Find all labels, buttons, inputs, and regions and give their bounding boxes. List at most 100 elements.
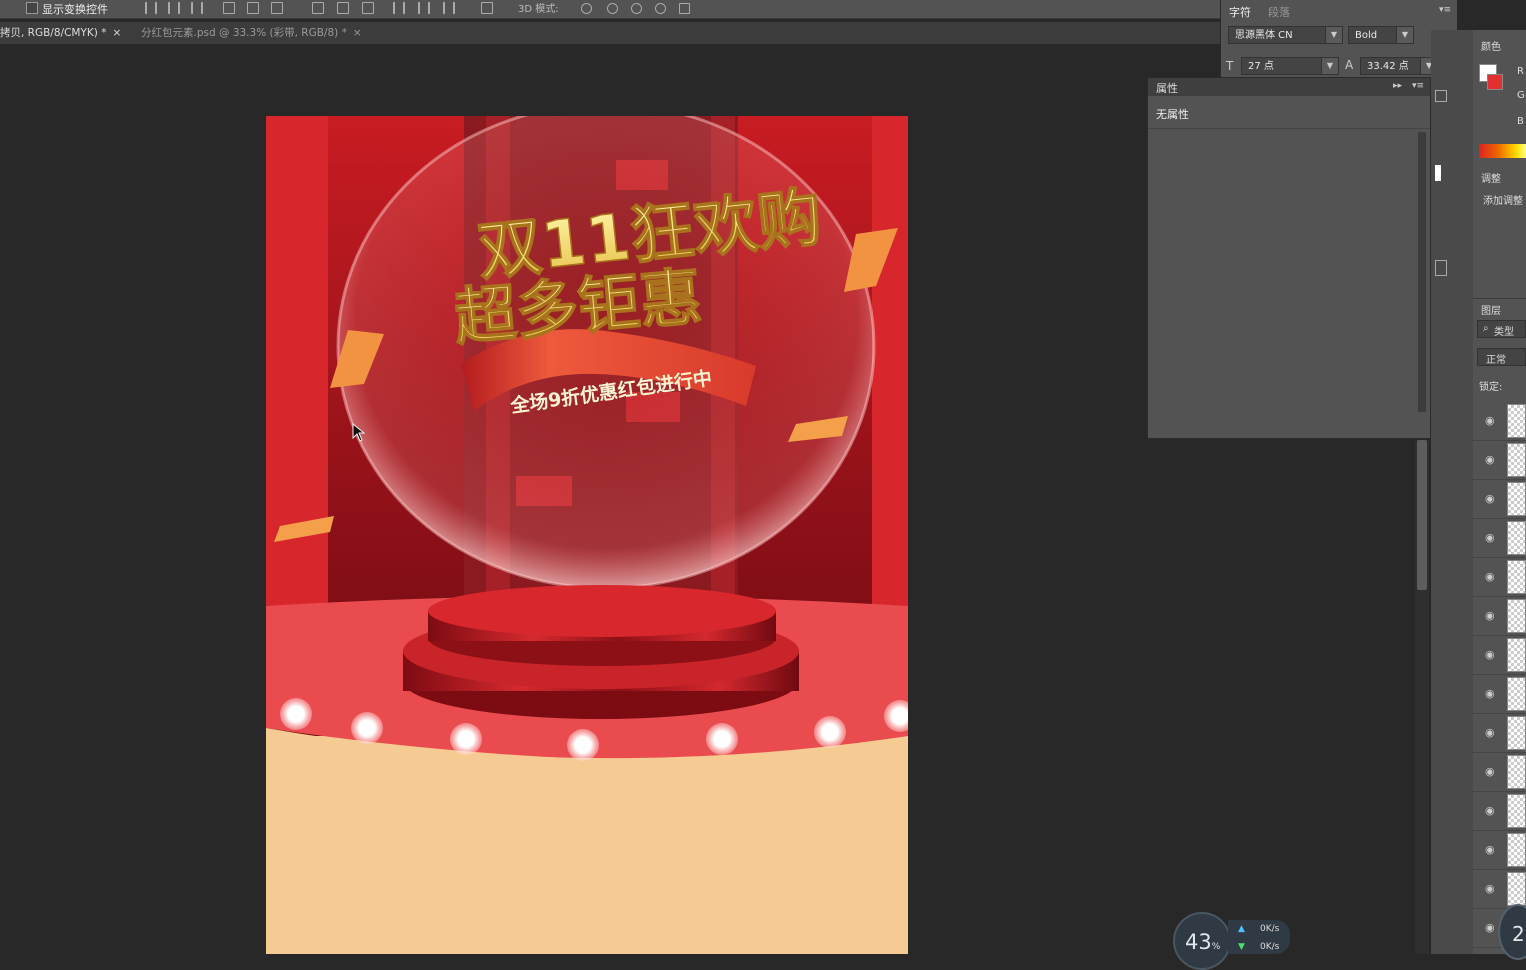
distribute-top-icon[interactable] xyxy=(312,2,324,14)
cpu-monitor: 43% xyxy=(1173,912,1231,970)
eye-icon[interactable]: ◉ xyxy=(1485,843,1495,856)
eye-icon[interactable]: ◉ xyxy=(1485,414,1495,427)
eye-icon[interactable]: ◉ xyxy=(1485,648,1495,661)
eye-icon[interactable]: ◉ xyxy=(1485,804,1495,817)
blend-mode-value: 正常 xyxy=(1486,355,1506,366)
align-vcenter-icon[interactable] xyxy=(247,2,259,14)
distribute-right-icon[interactable] xyxy=(443,2,455,14)
chevron-down-icon: ▼ xyxy=(1396,27,1413,43)
panel-menu-icon[interactable]: ▾≡ xyxy=(1412,81,1424,91)
layer-row[interactable]: ◉ xyxy=(1473,597,1526,636)
panel-menu-icon[interactable]: ▾≡ xyxy=(1439,5,1451,15)
leading-field[interactable]: 33.42 点 ▼ xyxy=(1360,57,1438,75)
eye-icon[interactable]: ◉ xyxy=(1485,765,1495,778)
dock-icon[interactable] xyxy=(1435,90,1447,102)
layer-thumbnail xyxy=(1507,755,1526,789)
font-style-select[interactable]: Bold ▼ xyxy=(1348,26,1414,44)
layer-row[interactable]: ◉ xyxy=(1473,519,1526,558)
show-transform-checkbox[interactable] xyxy=(26,2,38,14)
layer-row[interactable]: ◉ xyxy=(1473,831,1526,870)
color-ramp[interactable] xyxy=(1479,144,1526,158)
align-bottom-icon[interactable] xyxy=(271,2,283,14)
rotate-3d-icon[interactable] xyxy=(581,3,592,14)
upload-unit: K/s xyxy=(1265,924,1280,934)
font-size-value: 27 点 xyxy=(1248,61,1274,72)
properties-panel: 属性 ▸▸ ▾≡ 无属性 xyxy=(1147,77,1431,439)
tab-label: 拷贝, RGB/8/CMYK) * xyxy=(0,27,107,39)
scroll-thumb[interactable] xyxy=(1417,440,1427,590)
roll-3d-icon[interactable] xyxy=(607,3,618,14)
eye-icon[interactable]: ◉ xyxy=(1485,531,1495,544)
tab-color[interactable]: 颜色 xyxy=(1481,38,1501,53)
chevron-down-icon: ▼ xyxy=(1321,58,1338,74)
adjustments-hint: 添加调整 xyxy=(1483,196,1523,207)
tab-label: 分红包元素.psd @ 33.3% (彩带, RGB/8) * xyxy=(141,27,347,39)
eye-icon[interactable]: ◉ xyxy=(1485,687,1495,700)
divider xyxy=(1148,128,1430,129)
properties-title[interactable]: 属性 xyxy=(1156,80,1178,96)
eye-icon[interactable]: ◉ xyxy=(1485,570,1495,583)
tab-close-icon[interactable]: × xyxy=(353,27,362,39)
distribute-vcenter-icon[interactable] xyxy=(337,2,349,14)
tab-document-1[interactable]: 拷贝, RGB/8/CMYK) * × xyxy=(0,25,121,42)
chevron-down-icon: ▼ xyxy=(1325,27,1342,43)
slide-3d-icon[interactable] xyxy=(655,3,666,14)
layer-row[interactable]: ◉ xyxy=(1473,753,1526,792)
tab-layers[interactable]: 图层 xyxy=(1481,302,1501,317)
tab-document-2[interactable]: 分红包元素.psd @ 33.3% (彩带, RGB/8) * × xyxy=(141,25,362,42)
distribute-left-icon[interactable] xyxy=(393,2,405,14)
panel-dock-strip xyxy=(1431,30,1473,954)
document-scrollbar[interactable] xyxy=(1415,440,1429,954)
distribute-bottom-icon[interactable] xyxy=(362,2,374,14)
font-size-field[interactable]: 27 点 ▼ xyxy=(1241,57,1339,75)
layer-filter[interactable]: ⌕ 类型 xyxy=(1477,320,1526,338)
tab-adjustments[interactable]: 调整 xyxy=(1481,170,1501,185)
eye-icon[interactable]: ◉ xyxy=(1485,609,1495,622)
collapse-icon[interactable]: ▸▸ xyxy=(1393,81,1402,91)
tab-character[interactable]: 字符 xyxy=(1229,4,1251,20)
pan-3d-icon[interactable] xyxy=(631,3,642,14)
layer-thumbnail xyxy=(1507,872,1526,906)
blend-mode-select[interactable]: 正常 xyxy=(1477,348,1526,366)
layer-row[interactable]: ◉ xyxy=(1473,714,1526,753)
document-canvas[interactable]: 双11狂欢购 超多钜惠 全场9折优惠红包进行中 xyxy=(266,116,908,954)
layer-row[interactable]: ◉ xyxy=(1473,441,1526,480)
layer-thumbnail xyxy=(1507,560,1526,594)
upload-arrow-icon: ▲ xyxy=(1238,924,1245,934)
layer-thumbnail xyxy=(1507,443,1526,477)
camera-3d-icon[interactable] xyxy=(679,3,690,14)
layer-row[interactable]: ◉ xyxy=(1473,402,1526,441)
mouse-cursor-icon xyxy=(352,422,368,447)
align-hcenter-icon[interactable] xyxy=(168,2,180,14)
layer-row[interactable]: ◉ xyxy=(1473,636,1526,675)
align-top-icon[interactable] xyxy=(223,2,235,14)
align-right-icon[interactable] xyxy=(191,2,203,14)
eye-icon[interactable]: ◉ xyxy=(1485,726,1495,739)
layer-row[interactable]: ◉ xyxy=(1473,675,1526,714)
tab-paragraph[interactable]: 段落 xyxy=(1268,4,1290,20)
properties-scrollbar[interactable] xyxy=(1418,132,1426,412)
layer-thumbnail xyxy=(1507,482,1526,516)
background-color-swatch[interactable] xyxy=(1487,74,1503,90)
layer-row[interactable]: ◉ xyxy=(1473,480,1526,519)
align-left-icon[interactable] xyxy=(145,2,157,14)
auto-align-icon[interactable] xyxy=(481,2,493,14)
eye-icon[interactable]: ◉ xyxy=(1485,921,1495,934)
b-label: B xyxy=(1517,116,1524,127)
eye-icon[interactable]: ◉ xyxy=(1485,882,1495,895)
layer-row[interactable]: ◉ xyxy=(1473,792,1526,831)
layer-row[interactable]: ◉ xyxy=(1473,558,1526,597)
dock-icon[interactable] xyxy=(1435,260,1447,276)
eye-icon[interactable]: ◉ xyxy=(1485,453,1495,466)
distribute-hcenter-icon[interactable] xyxy=(418,2,430,14)
font-family-select[interactable]: 思源黑体 CN ▼ xyxy=(1228,26,1343,44)
download-speed: 0K/s xyxy=(1260,942,1279,952)
swatch-icon[interactable] xyxy=(1435,165,1441,181)
download-unit: K/s xyxy=(1265,942,1280,952)
layer-thumbnail xyxy=(1507,794,1526,828)
properties-header xyxy=(1148,78,1430,96)
tab-close-icon[interactable]: × xyxy=(112,27,121,39)
layer-thumbnail xyxy=(1507,599,1526,633)
lock-label: 锁定: xyxy=(1479,382,1503,393)
eye-icon[interactable]: ◉ xyxy=(1485,492,1495,505)
